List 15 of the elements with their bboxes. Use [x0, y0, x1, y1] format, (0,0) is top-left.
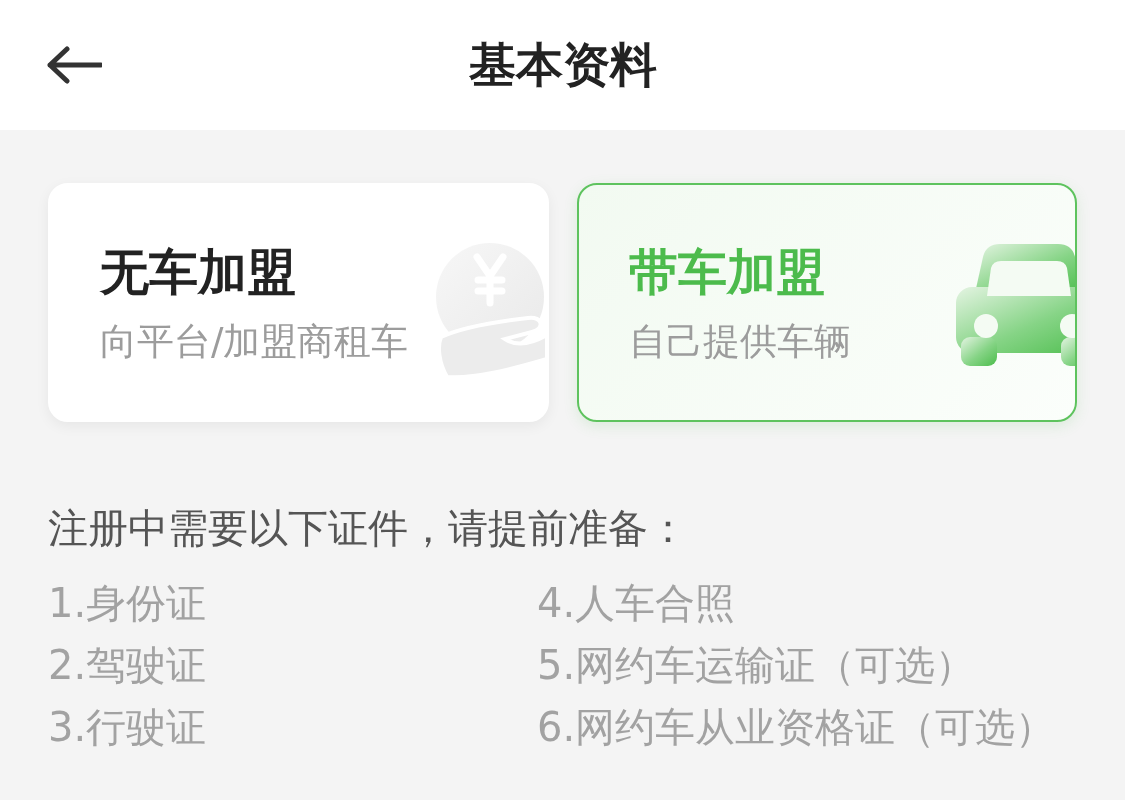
car-icon: [953, 241, 1075, 369]
document-item: 5.网约车运输证（可选）: [537, 641, 976, 690]
document-item: 1.身份证: [48, 579, 207, 628]
back-arrow-icon: [46, 46, 102, 84]
document-item: 4.人车合照: [537, 579, 736, 628]
plan-title: 无车加盟: [100, 243, 296, 303]
document-item: 2.驾驶证: [48, 641, 207, 690]
plan-subtitle: 向平台/加盟商租车: [100, 319, 409, 365]
document-item: 6.网约车从业资格证（可选）: [537, 703, 1056, 752]
plan-title: 带车加盟: [628, 243, 825, 303]
plan-subtitle: 自己提供车辆: [628, 319, 851, 365]
page-title: 基本资料: [468, 36, 657, 94]
requirements-heading: 注册中需要以下证件，请提前准备：: [48, 504, 689, 553]
document-item: 3.行驶证: [48, 703, 207, 752]
plan-option-card[interactable]: 无车加盟 向平台/加盟商租车: [48, 183, 549, 422]
